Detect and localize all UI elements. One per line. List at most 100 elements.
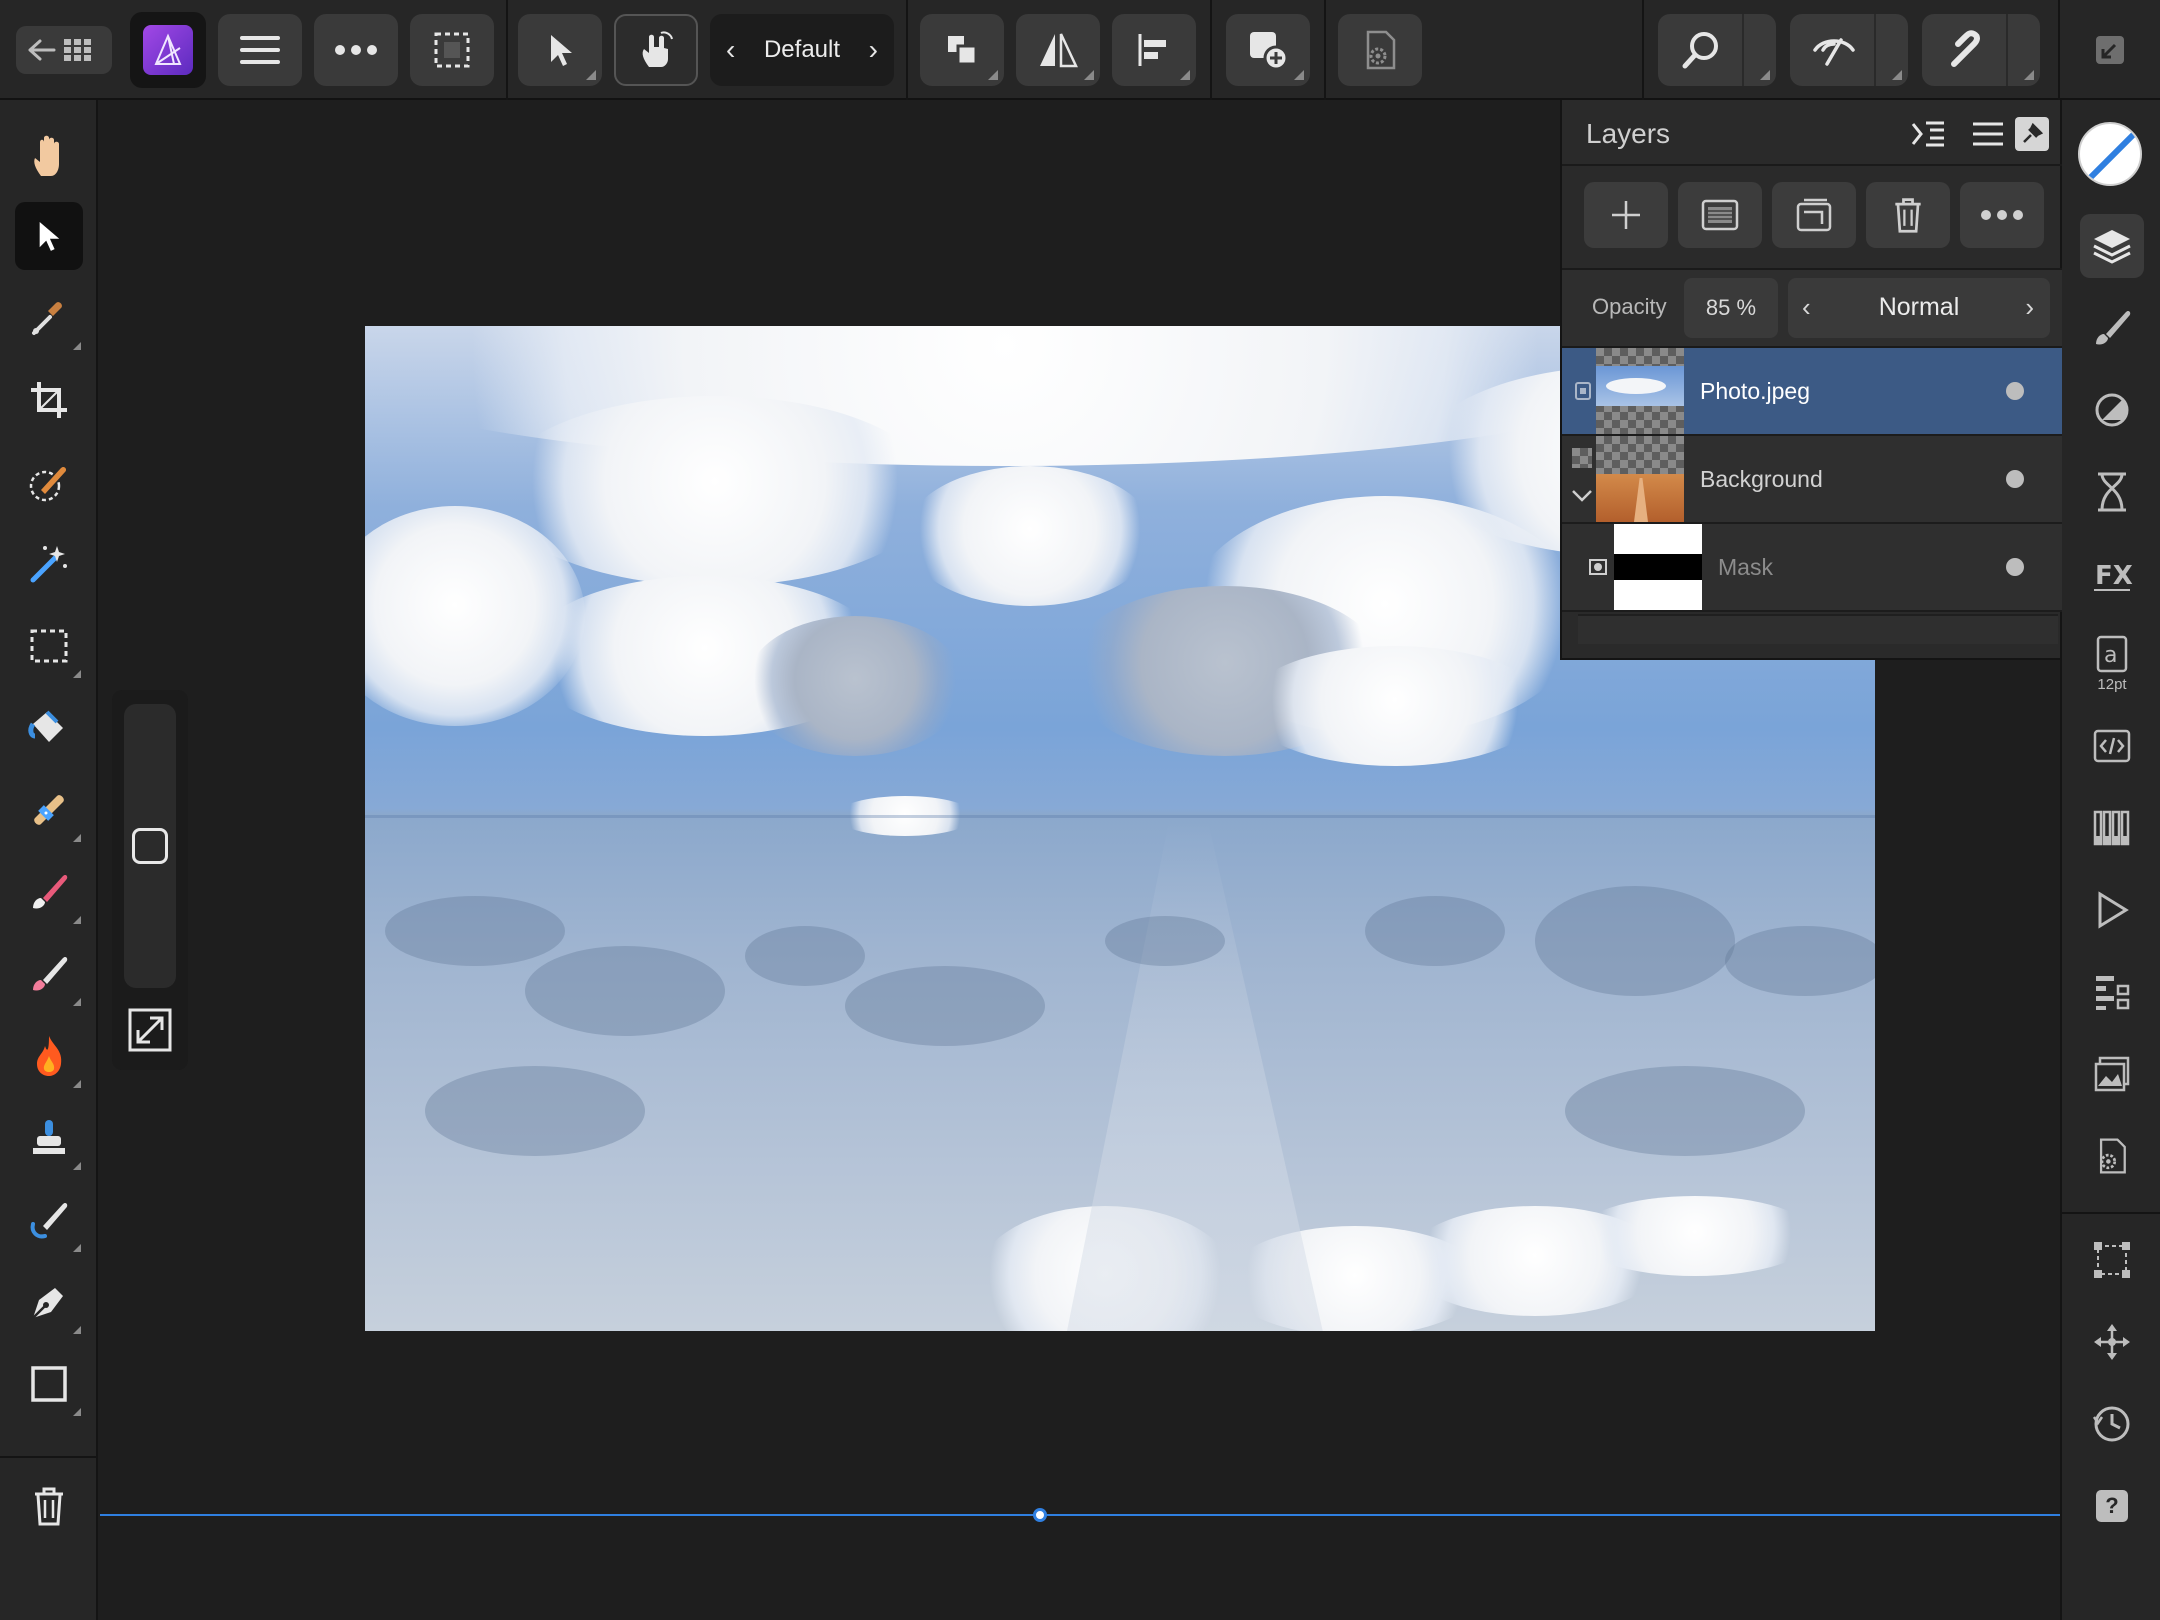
studio-effects-button[interactable]: FX [2080, 542, 2144, 606]
erase-brush-tool[interactable] [15, 940, 83, 1008]
studio-bar: FX a 12pt ? [2060, 100, 2160, 1620]
opacity-label: Opacity [1592, 294, 1667, 319]
documents-button[interactable] [16, 26, 112, 74]
view-quality-button[interactable] [1790, 14, 1908, 86]
arrange-button[interactable] [920, 14, 1004, 86]
flip-horizontal-icon [1040, 33, 1078, 68]
layer-name: Background [1700, 466, 1823, 492]
pen-nib-icon [32, 1288, 63, 1319]
context-slider-handle[interactable] [132, 828, 168, 864]
panel-collapse-icon [1911, 121, 1944, 147]
chevron-down-icon[interactable] [1570, 488, 1594, 504]
navigator-button[interactable] [2080, 1310, 2144, 1374]
image-stack-icon [2094, 1056, 2130, 1092]
crop-tool[interactable] [15, 366, 83, 434]
main-menu-button[interactable] [218, 14, 302, 86]
studio-macros-button[interactable] [2080, 878, 2144, 942]
tools-separator [0, 1456, 98, 1458]
help-button[interactable]: ? [2080, 1474, 2144, 1538]
flood-select-tool[interactable] [15, 530, 83, 598]
layer-lock-icon[interactable] [1574, 380, 1592, 402]
visibility-toggle[interactable] [2006, 382, 2024, 400]
rectangle-tool[interactable] [15, 1350, 83, 1418]
add-mask-button[interactable] [1678, 182, 1762, 248]
opacity-field[interactable]: 85 % [1684, 278, 1778, 338]
studio-swatches-button[interactable] [2080, 796, 2144, 860]
pen-tool[interactable] [15, 1268, 83, 1336]
studio-document-settings-button[interactable] [2080, 1124, 2144, 1188]
studio-brushes-button[interactable] [2080, 296, 2144, 360]
collapse-panel-button[interactable] [1906, 112, 1950, 156]
guide-line[interactable] [100, 1514, 2060, 1516]
burn-tool[interactable] [15, 1022, 83, 1090]
document-gear-icon [2099, 1138, 2126, 1174]
layer-row-photo[interactable]: Photo.jpeg [1562, 348, 2062, 436]
guide-handle[interactable] [1033, 1508, 1047, 1522]
marquee-tool[interactable] [15, 612, 83, 680]
pin-panel-button[interactable] [2010, 112, 2054, 156]
toolbar-separator [506, 0, 508, 100]
smudge-tool[interactable] [15, 1186, 83, 1254]
view-tool[interactable] [15, 122, 83, 190]
zoom-button[interactable] [1658, 14, 1776, 86]
clone-tool[interactable] [15, 1104, 83, 1172]
layer-thumbnail [1596, 436, 1684, 522]
align-button[interactable] [1112, 14, 1196, 86]
document-settings-button[interactable] [1338, 14, 1422, 86]
transform-button[interactable] [2080, 1228, 2144, 1292]
hamburger-icon [1973, 122, 2003, 146]
delete-layer-button[interactable] [1866, 182, 1950, 248]
delete-button[interactable] [15, 1472, 83, 1540]
chevron-left-icon[interactable]: ‹ [1802, 292, 1811, 323]
add-layer-button[interactable] [1584, 182, 1668, 248]
bush [1105, 916, 1225, 966]
color-picker-tool[interactable] [15, 284, 83, 352]
layer-row-mask[interactable]: Mask [1562, 524, 2062, 612]
stamp-icon [33, 1120, 65, 1154]
panel-menu-button[interactable] [1966, 112, 2010, 156]
back-grid-icon [28, 39, 91, 61]
touch-modifier-button[interactable] [614, 14, 698, 86]
studio-text-styles-button[interactable]: a 12pt [2080, 624, 2144, 702]
chevron-left-icon[interactable]: ‹ [726, 34, 735, 66]
visibility-toggle[interactable] [2006, 470, 2024, 488]
fullscreen-button[interactable] [2086, 26, 2134, 74]
layer-row-background[interactable]: Background [1562, 436, 2062, 524]
top-toolbar: ‹ Default › [0, 0, 2160, 100]
studio-code-button[interactable] [2080, 714, 2144, 778]
resize-handle-button[interactable] [128, 1008, 172, 1052]
flip-button[interactable] [1016, 14, 1100, 86]
visibility-toggle[interactable] [2006, 558, 2024, 576]
snapping-button[interactable] [1922, 14, 2040, 86]
magic-wand-icon [30, 546, 67, 583]
more-options-button[interactable] [314, 14, 398, 86]
photo-persona-button[interactable] [130, 12, 206, 88]
chevron-right-icon[interactable]: › [869, 34, 878, 66]
studio-layers-button[interactable] [2080, 214, 2144, 278]
bush [385, 896, 565, 966]
preset-selector[interactable]: ‹ Default › [710, 14, 894, 86]
chevron-right-icon[interactable]: › [2025, 292, 2034, 323]
studio-stock-button[interactable] [2080, 1042, 2144, 1106]
move-arrows-icon [2094, 1324, 2130, 1360]
studio-history-button[interactable] [2080, 460, 2144, 524]
studio-adjustments-button[interactable] [2080, 378, 2144, 442]
blend-mode-selector[interactable]: ‹ Normal › [1788, 278, 2050, 338]
document-gear-icon [1366, 30, 1396, 70]
layer-options-button[interactable] [1960, 182, 2044, 248]
studio-library-button[interactable] [2080, 960, 2144, 1024]
toolbar-separator [1210, 0, 1212, 100]
selection-brush-tool[interactable] [15, 448, 83, 516]
history-button[interactable] [2080, 1392, 2144, 1456]
insert-button[interactable] [1226, 14, 1310, 86]
code-icon [2093, 729, 2131, 763]
move-tool[interactable] [15, 202, 83, 270]
inpainting-tool[interactable] [15, 776, 83, 844]
hand-touch-icon [642, 31, 673, 67]
flood-fill-tool[interactable] [15, 694, 83, 762]
paint-brush-tool[interactable] [15, 858, 83, 926]
selection-button[interactable] [410, 14, 494, 86]
color-well-button[interactable] [2078, 122, 2142, 186]
add-group-button[interactable] [1772, 182, 1856, 248]
move-mode-button[interactable] [518, 14, 602, 86]
